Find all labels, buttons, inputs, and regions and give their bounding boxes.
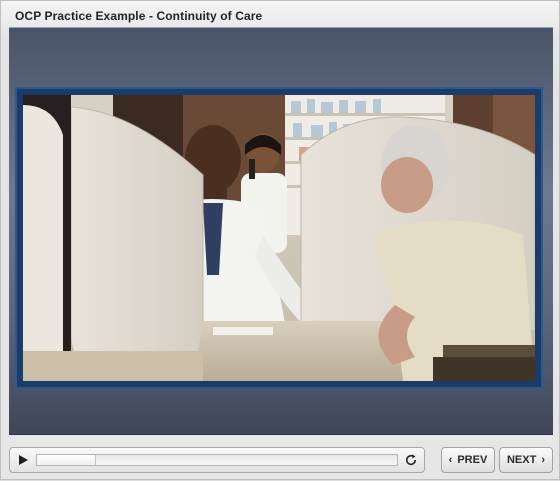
media-controls [9,447,425,473]
progress-fill [37,455,96,465]
play-icon[interactable] [16,453,30,467]
next-button[interactable]: NEXT › [499,447,553,473]
app-window: OCP Practice Example - Continuity of Car… [0,0,560,480]
prev-label: PREV [457,454,488,466]
window-title: OCP Practice Example - Continuity of Car… [15,9,263,23]
progress-bar[interactable] [36,454,398,466]
prev-button[interactable]: ‹ PREV [441,447,495,473]
chevron-left-icon: ‹ [448,453,453,466]
video-player-area[interactable] [23,95,535,381]
chevron-right-icon: › [541,453,545,466]
replay-icon[interactable] [404,453,418,467]
video-frame-image [23,95,535,381]
control-bar: ‹ PREV NEXT › [1,441,560,481]
next-label: NEXT [506,454,537,466]
